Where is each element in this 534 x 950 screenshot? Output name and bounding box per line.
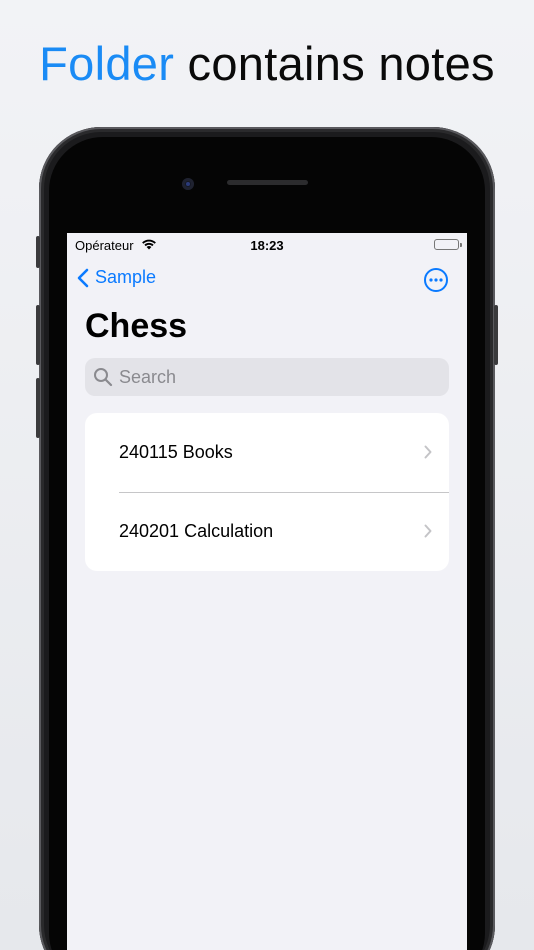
- navigation-bar: Sample: [67, 257, 467, 301]
- page-title: Chess: [85, 307, 188, 345]
- note-title: 240201 Calculation: [119, 521, 274, 541]
- note-row-calculation[interactable]: 240201 Calculation: [85, 492, 449, 571]
- chevron-right-icon: [424, 524, 432, 538]
- ellipsis-circle-icon[interactable]: [423, 267, 449, 293]
- search-input[interactable]: [119, 366, 419, 388]
- power-button: [494, 305, 498, 365]
- status-bar: Opérateur 18:23: [67, 233, 467, 257]
- status-time: 18:23: [250, 238, 284, 253]
- headline-rest: contains notes: [187, 37, 495, 90]
- volume-up-button: [36, 305, 40, 365]
- note-row-books[interactable]: 240115 Books: [85, 413, 449, 492]
- note-title: 240115 Books: [119, 442, 233, 462]
- volume-down-button: [36, 378, 40, 438]
- back-button[interactable]: Sample: [77, 267, 156, 288]
- headline-accent: Folder: [39, 37, 175, 90]
- back-button-label: Sample: [95, 267, 157, 287]
- marketing-headline: Folder contains notes: [0, 36, 534, 91]
- earpiece-speaker: [227, 180, 308, 185]
- chevron-left-icon: [77, 268, 89, 287]
- chevron-right-icon: [424, 445, 432, 459]
- phone-screen: Opérateur 18:23 Sample Chess Search 2401…: [67, 233, 467, 950]
- notes-list: 240115 Books 240201 Calculation: [85, 413, 449, 571]
- mute-switch: [36, 236, 40, 268]
- battery-icon: [434, 239, 462, 250]
- front-camera: [182, 178, 194, 190]
- search-icon: [94, 368, 113, 387]
- search-bar[interactable]: [85, 358, 449, 396]
